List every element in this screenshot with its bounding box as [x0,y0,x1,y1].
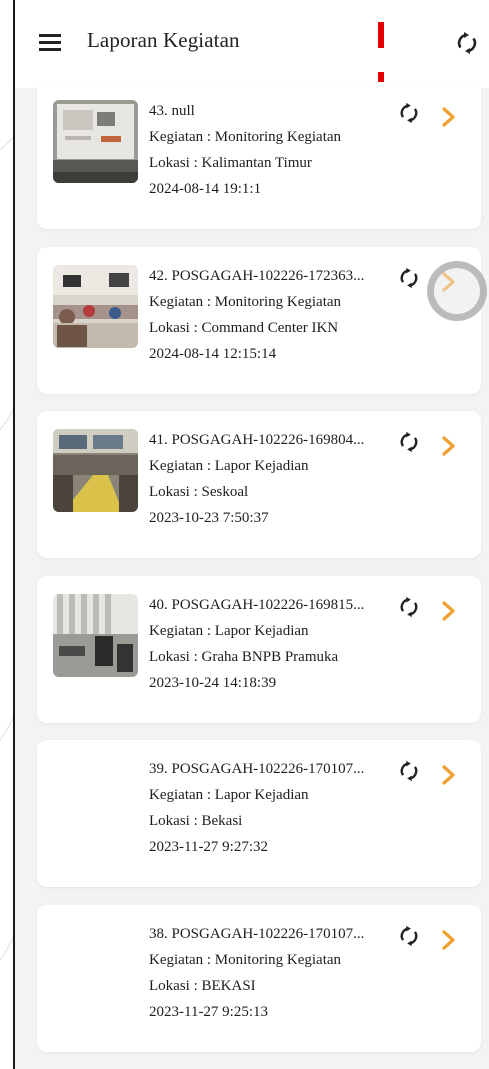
report-card[interactable]: 42. POSGAGAH-102226-172363... Kegiatan :… [37,247,487,394]
report-thumbnail [53,265,138,348]
report-lokasi: Lokasi : BEKASI [149,978,256,994]
report-thumbnail [53,594,138,677]
chevron-right-icon[interactable] [439,764,459,786]
report-title: 40. POSGAGAH-102226-169815... [149,597,365,613]
chevron-right-icon[interactable] [439,271,459,293]
report-card[interactable]: 38. POSGAGAH-102226-170107... Kegiatan :… [37,905,481,1052]
report-card[interactable]: 43. null Kegiatan : Monitoring Kegiatan … [37,82,481,229]
report-kegiatan: Kegiatan : Lapor Kejadian [149,787,309,803]
report-date: 2024-08-14 19:1:1 [149,181,262,197]
report-lokasi: Lokasi : Seskoal [149,484,249,500]
app-frame: Laporan Kegiatan 43. null Kegiatan: Mon… [13,0,489,1069]
report-info: 40. POSGAGAH-102226-169815... Kegiatan :… [149,592,399,696]
report-date: 2023-11-27 9:25:13 [149,1004,269,1020]
sync-icon[interactable] [398,267,420,289]
report-card[interactable]: 40. POSGAGAH-102226-169815... Kegiatan :… [37,576,481,723]
page-title: Laporan Kegiatan [87,28,240,52]
report-date: 2023-10-24 14:18:39 [149,675,277,691]
report-info: 38. POSGAGAH-102226-170107... Kegiatan :… [149,921,399,1025]
report-thumbnail [53,100,138,183]
chevron-right-icon[interactable] [439,600,459,622]
report-kegiatan: Kegiatan : Monitoring Kegiatan [149,129,342,145]
sync-all-icon[interactable] [455,31,479,55]
report-info: 43. null Kegiatan : Monitoring Kegiatan … [149,98,399,202]
report-kegiatan: Kegiatan : Monitoring Kegiatan [149,294,342,310]
sync-icon[interactable] [398,925,420,947]
report-info: 41. POSGAGAH-102226-169804... Kegiatan :… [149,427,399,531]
sync-icon[interactable] [398,102,420,124]
report-date: 2023-10-23 7:50:37 [149,510,269,526]
report-kegiatan: Kegiatan : Monitoring Kegiatan [149,952,342,968]
report-title: 42. POSGAGAH-102226-172363... [149,268,365,284]
report-lokasi: Lokasi : Bekasi [149,813,243,829]
sync-icon[interactable] [398,596,420,618]
app-bar: Laporan Kegiatan [15,0,489,94]
hamburger-menu-icon[interactable] [39,34,63,54]
report-lokasi: Lokasi : Kalimantan Timur [149,155,312,171]
report-date: 2024-08-14 12:15:14 [149,346,277,362]
report-kegiatan: Kegiatan : Lapor Kejadian [149,458,309,474]
report-kegiatan: Kegiatan : Lapor Kejadian [149,623,309,639]
report-lokasi: Lokasi : Graha BNPB Pramuka [149,649,339,665]
report-title: 39. POSGAGAH-102226-170107... [149,761,365,777]
sync-icon[interactable] [398,760,420,782]
chevron-right-icon[interactable] [439,106,459,128]
report-date: 2023-11-27 9:27:32 [149,839,269,855]
report-thumbnail [53,429,138,512]
chevron-right-icon[interactable] [439,435,459,457]
report-lokasi: Lokasi : Command Center IKN [149,320,339,336]
sync-icon[interactable] [398,431,420,453]
report-card[interactable]: 41. POSGAGAH-102226-169804... Kegiatan :… [37,411,481,558]
report-info: 39. POSGAGAH-102226-170107... Kegiatan :… [149,756,399,860]
report-title: 41. POSGAGAH-102226-169804... [149,432,365,448]
report-title: 43. null [149,103,195,119]
report-info: 42. POSGAGAH-102226-172363... Kegiatan :… [149,263,399,367]
chevron-right-icon[interactable] [439,929,459,951]
report-title: 38. POSGAGAH-102226-170107... [149,926,365,942]
report-card[interactable]: 39. POSGAGAH-102226-170107... Kegiatan :… [37,740,481,887]
